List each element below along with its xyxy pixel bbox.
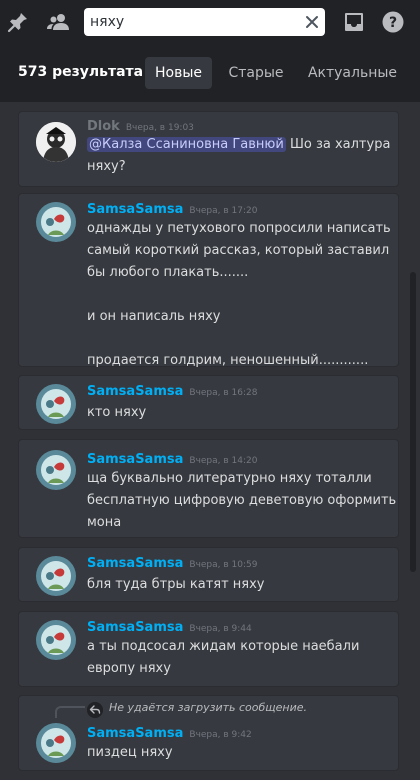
message-content: @Калза Ссаниновна Гавнюй Шо за халтура н… [87, 134, 392, 178]
message-line: а ты подсосал жидам которые наебали [87, 639, 360, 654]
members-icon[interactable] [46, 10, 70, 34]
message-timestamp: Вчера, в 14:20 [189, 456, 258, 466]
avatar[interactable] [36, 384, 76, 424]
message-line: ща буквально литературно няху тоталли [87, 471, 372, 486]
message-timestamp: Вчера, в 17:20 [189, 206, 258, 216]
reply-unavailable-notice[interactable]: Не удаётся загрузить сообщение. [109, 701, 307, 714]
message-timestamp: Вчера, в 9:44 [189, 624, 252, 634]
avatar-image [36, 556, 76, 596]
message-line: Шо за халтура [289, 137, 391, 152]
message-line: пиздец няху [87, 745, 173, 760]
search-results-list: Dlok Вчера, в 19:03 @Калза Ссаниновна Гав… [0, 102, 420, 780]
search-result[interactable]: SamsaSamsa Вчера, в 14:20 ща буквально ли… [18, 439, 399, 538]
message-timestamp: Вчера, в 9:42 [189, 730, 252, 740]
search-result[interactable]: SamsaSamsa Вчера, в 16:28 кто няху [18, 375, 399, 430]
search-result[interactable]: SamsaSamsa Вчера, в 10:59 бля туда бтры к… [18, 547, 399, 602]
author-name[interactable]: SamsaSamsa [87, 726, 183, 741]
message-line: мона [87, 515, 122, 530]
message-content: пиздец няху [87, 742, 392, 764]
scrollbar[interactable] [410, 272, 416, 572]
search-result[interactable]: Не удаётся загрузить сообщение. SamsaSam… [18, 695, 399, 771]
message-author[interactable]: SamsaSamsa Вчера, в 9:42 [87, 726, 252, 741]
avatar[interactable] [36, 620, 76, 660]
message-author[interactable]: SamsaSamsa Вчера, в 14:20 [87, 452, 257, 467]
avatar-image [36, 202, 76, 242]
message-author[interactable]: SamsaSamsa Вчера, в 17:20 [87, 202, 257, 217]
search-result[interactable]: SamsaSamsa Вчера, в 9:44 а ты подсосал жи… [18, 611, 399, 687]
message-timestamp: Вчера, в 19:03 [125, 123, 194, 133]
search-field[interactable] [84, 8, 325, 36]
tab-newest[interactable]: Новые [145, 57, 212, 89]
reply-icon [87, 702, 103, 718]
avatar[interactable] [36, 556, 76, 596]
help-icon[interactable]: ? [381, 10, 405, 34]
message-content: а ты подсосал жидам которые наебали евро… [87, 636, 392, 680]
message-line [87, 328, 397, 350]
author-name[interactable]: SamsaSamsa [87, 202, 183, 217]
avatar[interactable] [36, 202, 76, 242]
message-line: продается голдрим, неношенный...........… [87, 353, 369, 368]
search-input[interactable] [90, 12, 295, 32]
message-content: кто няху [87, 402, 392, 424]
message-author[interactable]: Dlok Вчера, в 19:03 [87, 119, 194, 134]
message-line: бесплатную цифровую деветовую оформить [87, 493, 397, 508]
message-author[interactable]: SamsaSamsa Вчера, в 10:59 [87, 556, 257, 571]
message-timestamp: Вчера, в 16:28 [189, 388, 258, 398]
message-line: самый короткий рассказ, который заставил [87, 243, 390, 258]
avatar-image [36, 723, 76, 763]
message-line: кто няху [87, 405, 147, 420]
author-name[interactable]: SamsaSamsa [87, 452, 183, 467]
avatar-image [36, 122, 76, 162]
avatar[interactable] [36, 450, 76, 490]
author-name[interactable]: SamsaSamsa [87, 556, 183, 571]
message-content: однажды у петухового попросили написать … [87, 218, 397, 372]
toolbar: ? [0, 0, 420, 44]
reply-connector [55, 706, 85, 718]
author-name[interactable]: SamsaSamsa [87, 384, 183, 399]
avatar-image [36, 620, 76, 660]
avatar[interactable] [36, 723, 76, 763]
tab-relevant[interactable]: Актуальные [300, 57, 405, 89]
search-results-header: 573 результата Новые Старые Актуальные [0, 44, 420, 102]
search-result[interactable]: Dlok Вчера, в 19:03 @Калза Ссаниновна Гав… [18, 111, 399, 187]
message-line: бы любого плакать....... [87, 265, 249, 280]
inbox-icon[interactable] [342, 10, 366, 34]
message-author[interactable]: SamsaSamsa Вчера, в 16:28 [87, 384, 257, 399]
message-author[interactable]: SamsaSamsa Вчера, в 9:44 [87, 620, 252, 635]
message-line [87, 284, 397, 306]
message-line: и он написаль няху [87, 309, 221, 324]
avatar[interactable] [36, 122, 76, 162]
message-line: няху? [87, 159, 126, 174]
user-mention[interactable]: @Калза Ссаниновна Гавнюй [87, 137, 286, 152]
message-content: ща буквально литературно няху тоталли бе… [87, 468, 397, 534]
tab-oldest[interactable]: Старые [219, 57, 293, 89]
search-result[interactable]: SamsaSamsa Вчера, в 17:20 однажды у петух… [18, 193, 399, 368]
author-name[interactable]: SamsaSamsa [87, 620, 183, 635]
message-line: бля туда бтры катят няху [87, 577, 265, 592]
avatar-image [36, 450, 76, 490]
close-icon[interactable] [304, 14, 320, 30]
svg-text:?: ? [389, 15, 397, 31]
pin-icon[interactable] [6, 10, 30, 34]
message-line: европу няху [87, 661, 171, 676]
message-content: бля туда бтры катят няху [87, 574, 392, 596]
message-line: однажды у петухового попросили написать [87, 221, 391, 236]
result-count: 573 результата [18, 64, 144, 80]
message-timestamp: Вчера, в 10:59 [189, 560, 258, 570]
avatar-image [36, 384, 76, 424]
author-name[interactable]: Dlok [87, 119, 120, 134]
